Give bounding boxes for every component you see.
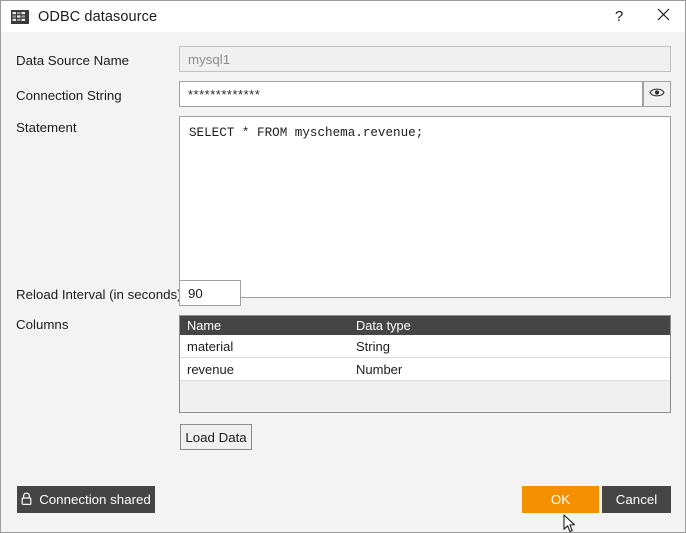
columns-table-empty-area <box>180 381 670 412</box>
statement-label: Statement <box>16 120 77 135</box>
data-source-name-input[interactable]: mysql1 <box>179 46 671 72</box>
statement-input[interactable]: SELECT * FROM myschema.revenue; <box>179 116 671 298</box>
database-grid-icon <box>11 9 29 24</box>
reload-interval-input[interactable]: 90 <box>179 280 241 306</box>
cell-data-type: String <box>356 338 390 354</box>
columns-label: Columns <box>16 317 69 332</box>
close-icon <box>657 8 670 26</box>
cell-name: revenue <box>187 361 234 377</box>
connection-string-label: Connection String <box>16 88 122 103</box>
table-row[interactable]: revenue Number <box>180 358 670 381</box>
reveal-connection-string-button[interactable] <box>643 81 671 107</box>
connection-shared-button[interactable]: Connection shared <box>17 486 155 513</box>
cell-name: material <box>187 338 234 354</box>
odbc-datasource-dialog: ODBC datasource ? Data Source Name mysql… <box>0 0 686 533</box>
title-bar: ODBC datasource ? <box>1 1 685 32</box>
ok-button[interactable]: OK <box>522 486 599 513</box>
help-icon: ? <box>614 8 624 25</box>
columns-table-header: Name Data type <box>180 316 670 335</box>
window-title: ODBC datasource <box>38 8 158 25</box>
eye-icon <box>649 85 665 103</box>
load-data-button[interactable]: Load Data <box>180 424 252 450</box>
mouse-cursor-icon <box>563 514 577 532</box>
connection-shared-label: Connection shared <box>39 492 151 507</box>
cell-data-type: Number <box>356 361 403 377</box>
connection-string-input[interactable]: ************* <box>179 81 643 107</box>
dialog-body: Data Source Name mysql1 Connection Strin… <box>1 32 685 532</box>
columns-table: Name Data type material String revenue N… <box>179 315 671 413</box>
lock-icon <box>21 492 32 508</box>
title-bar-buttons: ? <box>597 1 685 32</box>
table-row[interactable]: material String <box>180 335 670 358</box>
help-button[interactable]: ? <box>597 1 641 32</box>
data-source-name-label: Data Source Name <box>16 53 130 68</box>
column-header-name: Name <box>187 318 222 333</box>
reload-interval-label: Reload Interval (in seconds) <box>16 287 182 302</box>
column-header-data-type: Data type <box>356 318 411 333</box>
cancel-button[interactable]: Cancel <box>602 486 671 513</box>
close-button[interactable] <box>641 1 685 32</box>
connection-string-value: ************* <box>188 86 261 102</box>
